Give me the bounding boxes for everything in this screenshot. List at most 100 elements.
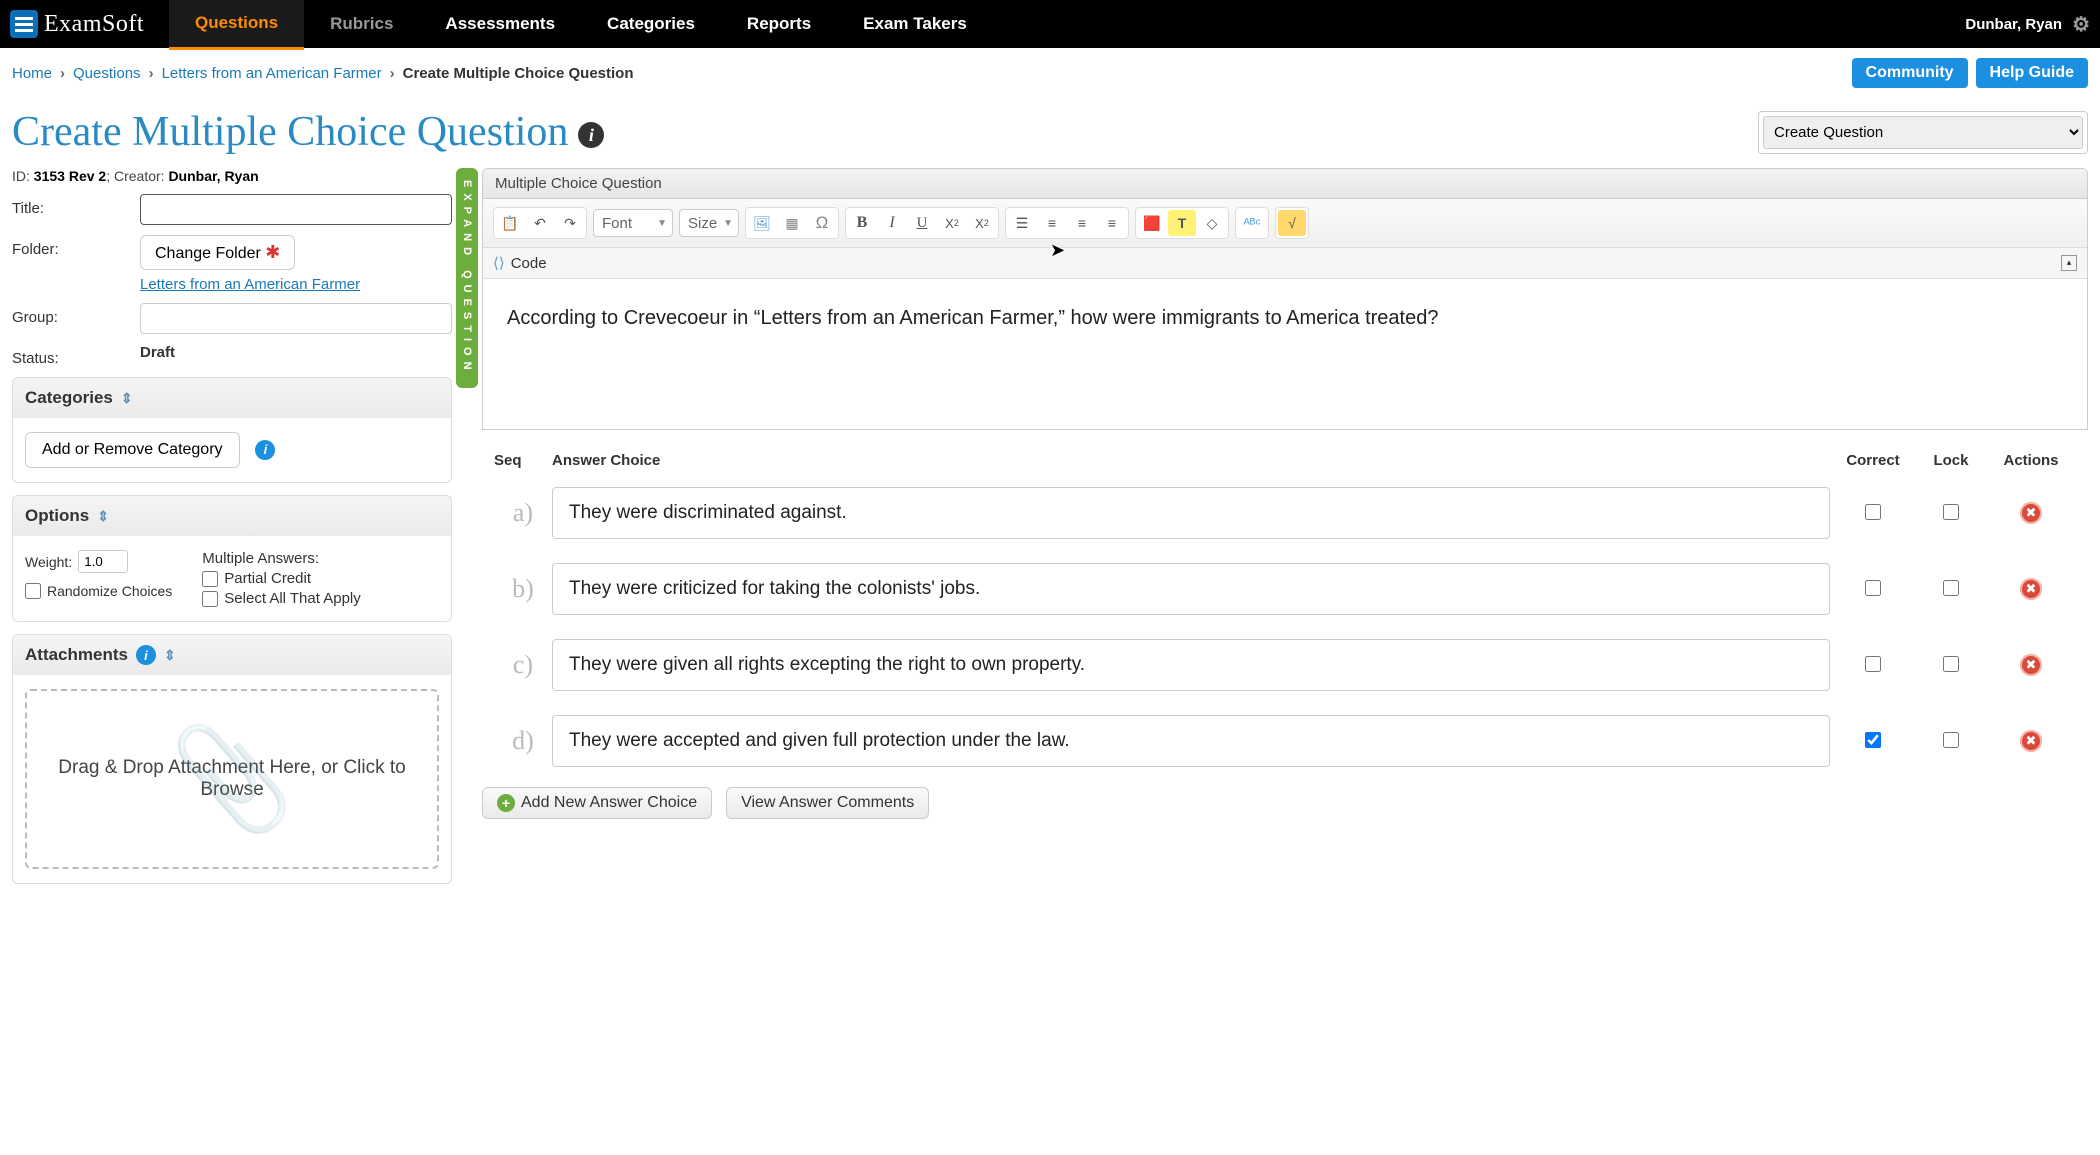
nav-reports[interactable]: Reports <box>721 0 837 48</box>
underline-button[interactable]: U <box>908 210 936 236</box>
title-input[interactable] <box>140 194 452 225</box>
help-guide-button[interactable]: Help Guide <box>1976 58 2088 88</box>
answer-seq: b) <box>494 574 552 604</box>
editor-toolbar: 📋 ↶ ↷ Font▼ Size▼ 🖼 ▦ Ω B I U X2 X2 <box>483 199 2087 248</box>
collapse-toolbar-icon[interactable]: ▴ <box>2061 255 2077 271</box>
answer-choice-input[interactable]: They were given all rights excepting the… <box>552 639 1830 691</box>
weight-input[interactable] <box>78 550 128 573</box>
change-folder-button[interactable]: Change Folder ✱ <box>140 235 295 270</box>
paste-icon[interactable]: 📋 <box>496 210 524 236</box>
breadcrumb: Home › Questions › Letters from an Ameri… <box>12 65 634 82</box>
code-button[interactable]: ⟨⟩ Code <box>493 254 547 272</box>
folder-link[interactable]: Letters from an American Farmer <box>140 276 452 293</box>
brand-icon <box>10 10 38 38</box>
collapse-icon[interactable]: ⇕ <box>97 508 109 525</box>
status-value: Draft <box>140 344 452 361</box>
gear-icon[interactable]: ⚙ <box>2072 12 2090 37</box>
formula-icon[interactable]: √ <box>1278 210 1306 236</box>
info-icon[interactable]: i <box>578 122 604 148</box>
question-text-editor[interactable]: According to Crevecoeur in “Letters from… <box>483 279 2087 429</box>
delete-answer-icon[interactable]: ✖ <box>2020 578 2042 600</box>
crumb-home[interactable]: Home <box>12 65 52 82</box>
expand-question-tab[interactable]: EXPAND QUESTION <box>456 168 478 388</box>
align-right-icon[interactable]: ≡ <box>1098 210 1126 236</box>
lock-checkbox[interactable] <box>1943 504 1959 520</box>
brand[interactable]: ExamSoft <box>10 10 144 38</box>
categories-panel: Categories ⇕ Add or Remove Category i <box>12 377 452 483</box>
nav-exam-takers[interactable]: Exam Takers <box>837 0 993 48</box>
attachment-dropzone[interactable]: 📎 Drag & Drop Attachment Here, or Click … <box>25 689 439 869</box>
cursor-icon: ➤ <box>1050 240 1065 261</box>
crumb-questions[interactable]: Questions <box>73 65 141 82</box>
view-answer-comments-button[interactable]: View Answer Comments <box>726 787 929 819</box>
meta-line: ID: 3153 Rev 2; Creator: Dunbar, Ryan <box>12 168 452 184</box>
clear-format-icon[interactable]: ◇ <box>1198 210 1226 236</box>
nav-assessments[interactable]: Assessments <box>419 0 581 48</box>
crumb-folder[interactable]: Letters from an American Farmer <box>162 65 382 82</box>
crumb-current: Create Multiple Choice Question <box>403 65 634 82</box>
info-icon[interactable]: i <box>136 645 156 665</box>
collapse-icon[interactable]: ⇕ <box>121 390 133 407</box>
randomize-choices-checkbox[interactable]: Randomize Choices <box>25 583 172 599</box>
add-answer-choice-button[interactable]: + Add New Answer Choice <box>482 787 712 819</box>
info-icon[interactable]: i <box>255 440 275 460</box>
create-question-dropdown[interactable]: Create Question <box>1763 116 2083 149</box>
lock-checkbox[interactable] <box>1943 732 1959 748</box>
user-name: Dunbar, Ryan <box>1965 16 2062 33</box>
italic-button[interactable]: I <box>878 210 906 236</box>
size-select[interactable]: Size▼ <box>679 209 739 237</box>
correct-checkbox[interactable] <box>1865 504 1881 520</box>
plus-icon: + <box>497 794 515 812</box>
community-button[interactable]: Community <box>1852 58 1968 88</box>
answer-seq: c) <box>494 650 552 680</box>
nav-rubrics[interactable]: Rubrics <box>304 0 419 48</box>
spellcheck-icon[interactable]: ᴬᴮᶜ <box>1238 210 1266 236</box>
align-center-icon[interactable]: ≡ <box>1068 210 1096 236</box>
group-input[interactable] <box>140 303 452 334</box>
status-label: Status: <box>12 344 140 367</box>
answer-table: Seq Answer Choice Correct Lock Actions a… <box>482 446 2088 819</box>
font-select[interactable]: Font▼ <box>593 209 673 237</box>
add-remove-category-button[interactable]: Add or Remove Category <box>25 432 240 468</box>
folder-label: Folder: <box>12 235 140 258</box>
image-icon[interactable]: 🖼 <box>748 210 776 236</box>
answer-choice-input[interactable]: They were criticized for taking the colo… <box>552 563 1830 615</box>
text-color-icon[interactable]: 🟥 <box>1138 210 1166 236</box>
answer-choice-input[interactable]: They were discriminated against. <box>552 487 1830 539</box>
partial-credit-checkbox[interactable]: Partial Credit <box>202 570 360 587</box>
title-label: Title: <box>12 194 140 217</box>
correct-checkbox[interactable] <box>1865 580 1881 596</box>
lock-checkbox[interactable] <box>1943 656 1959 672</box>
lock-checkbox[interactable] <box>1943 580 1959 596</box>
delete-answer-icon[interactable]: ✖ <box>2020 730 2042 752</box>
user-area[interactable]: Dunbar, Ryan ⚙ <box>1965 12 2090 37</box>
table-icon[interactable]: ▦ <box>778 210 806 236</box>
editor-header: Multiple Choice Question <box>483 169 2087 199</box>
answer-row: d) They were accepted and given full pro… <box>482 703 2088 779</box>
delete-answer-icon[interactable]: ✖ <box>2020 502 2042 524</box>
answer-choice-input[interactable]: They were accepted and given full protec… <box>552 715 1830 767</box>
answer-seq: d) <box>494 726 552 756</box>
nav-categories[interactable]: Categories <box>581 0 721 48</box>
superscript-button[interactable]: X2 <box>968 210 996 236</box>
group-label: Group: <box>12 303 140 326</box>
question-editor-area: Multiple Choice Question 📋 ↶ ↷ Font▼ Siz… <box>482 168 2088 896</box>
bullet-list-icon[interactable]: ☰ <box>1008 210 1036 236</box>
highlight-icon[interactable]: T <box>1168 210 1196 236</box>
omega-icon[interactable]: Ω <box>808 210 836 236</box>
delete-answer-icon[interactable]: ✖ <box>2020 654 2042 676</box>
subscript-button[interactable]: X2 <box>938 210 966 236</box>
select-all-apply-checkbox[interactable]: Select All That Apply <box>202 590 360 607</box>
collapse-icon[interactable]: ⇕ <box>164 647 176 664</box>
page-title-row: Create Multiple Choice Questioni Create … <box>0 98 2100 168</box>
undo-icon[interactable]: ↶ <box>526 210 554 236</box>
bold-button[interactable]: B <box>848 210 876 236</box>
align-left-icon[interactable]: ≡ <box>1038 210 1066 236</box>
nav-questions[interactable]: Questions <box>169 0 304 50</box>
correct-checkbox[interactable] <box>1865 732 1881 748</box>
brand-text: ExamSoft <box>44 11 144 38</box>
answer-row: b) They were criticized for taking the c… <box>482 551 2088 627</box>
correct-checkbox[interactable] <box>1865 656 1881 672</box>
options-panel: Options ⇕ Weight: Randomize Choices Mult… <box>12 495 452 622</box>
redo-icon[interactable]: ↷ <box>556 210 584 236</box>
